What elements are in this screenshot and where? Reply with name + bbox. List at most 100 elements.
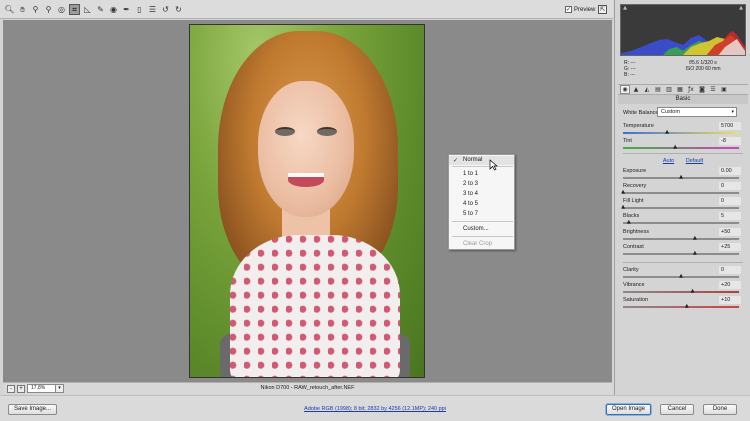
divider xyxy=(623,153,743,154)
preview-label: Preview xyxy=(574,6,596,13)
menu-item-2-to-3[interactable]: 2 to 3 xyxy=(449,180,514,189)
tab-hsl-icon[interactable]: ▤ xyxy=(653,85,663,94)
adjustment-brush-tool-icon[interactable]: ✒ xyxy=(121,4,132,15)
shadow-clipping-icon[interactable]: ▲ xyxy=(622,6,628,11)
hand-tool-icon[interactable]: ✋︎ xyxy=(17,4,28,15)
menu-item-normal[interactable]: ✓ Normal xyxy=(449,156,514,165)
recovery-value[interactable]: 0 xyxy=(719,182,741,190)
auto-link[interactable]: Auto xyxy=(663,158,674,164)
menu-item-label: 4 to 5 xyxy=(463,201,479,207)
cancel-button[interactable]: Cancel xyxy=(660,404,694,415)
photo-right-eye xyxy=(317,127,337,136)
save-image-button[interactable]: Save Image... xyxy=(8,404,57,415)
slider-label: Fill Light xyxy=(623,198,644,204)
tab-camera-calibration-icon[interactable]: ◙ xyxy=(697,85,707,94)
preferences-tool-icon[interactable]: ☰ xyxy=(147,4,158,15)
preview-checkbox[interactable]: ✓ xyxy=(565,6,572,13)
slider-thumb[interactable]: ▲ xyxy=(665,130,670,135)
graduated-filter-tool-icon[interactable]: ▯ xyxy=(134,4,145,15)
crop-tool-icon[interactable]: ⌗ xyxy=(69,4,80,15)
slider-label: Recovery xyxy=(623,183,647,189)
menu-item-1-to-1[interactable]: 1 to 1 xyxy=(449,170,514,179)
red-eye-tool-icon[interactable]: ◉ xyxy=(108,4,119,15)
slider-track[interactable] xyxy=(623,192,739,194)
blacks-slider[interactable]: Blacks 5 ▲ xyxy=(623,212,743,229)
slider-track[interactable] xyxy=(623,207,739,209)
slider-thumb[interactable]: ▲ xyxy=(679,175,684,180)
zoom-tool-icon[interactable]: 🔍︎ xyxy=(4,4,15,15)
tab-snapshots-icon[interactable]: ▣ xyxy=(719,85,729,94)
slider-thumb[interactable]: ▲ xyxy=(684,304,689,309)
tab-basic-icon[interactable]: ◉ xyxy=(620,85,630,94)
slider-track[interactable] xyxy=(623,253,739,255)
slider-thumb[interactable]: ▲ xyxy=(690,289,695,294)
adjustments-panel: ▲ ▲ R: --- G: --- B: --- f/5.6 1/320 s I… xyxy=(614,0,750,395)
white-balance-select[interactable]: Custom ▾ xyxy=(657,107,737,117)
slider-track[interactable] xyxy=(623,132,739,134)
tab-effects-icon[interactable]: ƒx xyxy=(686,85,696,94)
tab-presets-icon[interactable]: ☰ xyxy=(708,85,718,94)
fullscreen-icon[interactable]: ⇱ xyxy=(598,5,607,14)
tab-lens-corrections-icon[interactable]: ▦ xyxy=(675,85,685,94)
spot-removal-tool-icon[interactable]: ✎ xyxy=(95,4,106,15)
tint-value[interactable]: -8 xyxy=(719,137,741,145)
slider-track[interactable] xyxy=(623,238,739,240)
panel-title: Basic xyxy=(618,95,748,104)
saturation-value[interactable]: +10 xyxy=(719,296,741,304)
slider-thumb[interactable]: ▲ xyxy=(679,274,684,279)
vibrance-value[interactable]: +20 xyxy=(719,281,741,289)
slider-thumb[interactable]: ▲ xyxy=(626,220,631,225)
bottom-bar: Save Image... Adobe RGB (1998); 8 bit; 2… xyxy=(0,395,750,421)
saturation-slider[interactable]: Saturation +10 ▲ xyxy=(623,296,743,313)
preview-toggle[interactable]: ✓ Preview xyxy=(565,6,595,13)
menu-item-3-to-4[interactable]: 3 to 4 xyxy=(449,190,514,199)
slider-label: Vibrance xyxy=(623,282,645,288)
chevron-down-icon: ▾ xyxy=(731,109,734,115)
histogram-graph xyxy=(621,31,745,55)
slider-track[interactable] xyxy=(623,291,739,293)
blacks-value[interactable]: 5 xyxy=(719,212,741,220)
workflow-options-link[interactable]: Adobe RGB (1998); 8 bit; 2832 by 4256 (1… xyxy=(304,406,446,412)
tint-slider[interactable]: Tint -8 ▲ xyxy=(623,137,743,154)
image-canvas[interactable] xyxy=(3,20,612,382)
slider-thumb[interactable]: ▲ xyxy=(692,251,697,256)
contrast-value[interactable]: +25 xyxy=(719,243,741,251)
menu-divider xyxy=(452,236,513,237)
tab-split-toning-icon[interactable]: ▥ xyxy=(664,85,674,94)
slider-track[interactable] xyxy=(623,222,739,224)
menu-item-label: Clear Crop xyxy=(463,241,493,247)
temperature-value[interactable]: 5700 xyxy=(719,122,741,130)
straighten-tool-icon[interactable]: ◺ xyxy=(82,4,93,15)
targeted-adjustment-tool-icon[interactable]: ◎ xyxy=(56,4,67,15)
open-image-button[interactable]: Open Image xyxy=(606,404,651,415)
menu-item-5-to-7[interactable]: 5 to 7 xyxy=(449,210,514,219)
rotate-left-icon[interactable]: ↺ xyxy=(160,4,171,15)
slider-track[interactable] xyxy=(623,306,739,308)
menu-item-custom[interactable]: Custom... xyxy=(449,225,514,234)
rotate-right-icon[interactable]: ↻ xyxy=(173,4,184,15)
highlight-clipping-icon[interactable]: ▲ xyxy=(738,6,744,11)
slider-track[interactable] xyxy=(623,147,739,149)
iso-focal: ISO 200 60 mm xyxy=(685,66,721,72)
mouse-cursor-icon xyxy=(489,159,498,171)
tab-detail-icon[interactable]: ◭ xyxy=(642,85,652,94)
clarity-value[interactable]: 0 xyxy=(719,266,741,274)
photo-scarf xyxy=(230,235,400,377)
tab-tone-curve-icon[interactable]: ▲ xyxy=(631,85,641,94)
slider-thumb[interactable]: ▲ xyxy=(692,236,697,241)
white-balance-tool-icon[interactable]: ⚲ xyxy=(30,4,41,15)
menu-item-label: Custom... xyxy=(463,226,489,232)
color-sampler-tool-icon[interactable]: ⚲ xyxy=(43,4,54,15)
menu-item-4-to-5[interactable]: 4 to 5 xyxy=(449,200,514,209)
rgb-readout: R: --- G: --- B: --- xyxy=(624,60,636,78)
slider-thumb[interactable]: ▲ xyxy=(621,190,626,195)
done-button[interactable]: Done xyxy=(703,404,737,415)
exposure-value[interactable]: 0.00 xyxy=(719,167,741,175)
slider-thumb[interactable]: ▲ xyxy=(673,145,678,150)
default-link[interactable]: Default xyxy=(686,158,703,164)
fill-light-value[interactable]: 0 xyxy=(719,197,741,205)
menu-item-label: 2 to 3 xyxy=(463,181,479,187)
contrast-slider[interactable]: Contrast +25 ▲ xyxy=(623,243,743,260)
slider-thumb[interactable]: ▲ xyxy=(621,205,626,210)
brightness-value[interactable]: +50 xyxy=(719,228,741,236)
